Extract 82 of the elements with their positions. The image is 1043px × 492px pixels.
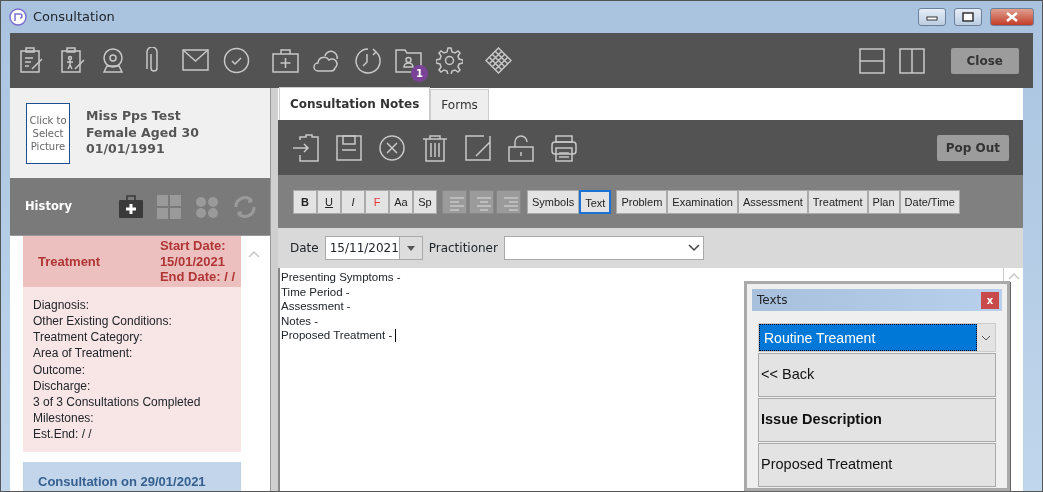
minimize-icon	[926, 13, 938, 21]
notification-badge: 1	[411, 65, 428, 82]
tab[interactable]: Consultation Notes	[279, 87, 431, 120]
dialog-title: Texts	[757, 292, 788, 309]
card-line: Area of Treatment:	[33, 345, 134, 362]
patient-dob: 01/01/1991	[86, 141, 166, 159]
check-circle-icon[interactable]	[223, 47, 250, 74]
format-button[interactable]: Text	[579, 189, 612, 214]
format-button[interactable]: Date/Time	[899, 189, 960, 214]
date-label: Date	[290, 240, 319, 257]
import-icon[interactable]	[292, 133, 320, 162]
format-button[interactable]: Plan	[867, 189, 900, 214]
format-button[interactable]: Sp	[413, 189, 437, 214]
close-button[interactable]: Close	[950, 47, 1019, 74]
patient-sex-age: Female Aged 30	[86, 124, 199, 142]
dropdown-icon	[405, 244, 416, 252]
history-clock-icon[interactable]	[354, 47, 381, 74]
envelope-icon[interactable]	[182, 47, 209, 74]
card-line: 3 of 3 Consultations Completed	[33, 393, 202, 411]
cancel-icon[interactable]	[378, 133, 406, 162]
dialog-close-button[interactable]: x	[981, 291, 999, 309]
note-line: Presenting Symptoms -	[281, 271, 401, 283]
card-date: Start Date:	[159, 238, 227, 254]
patient-name: Miss Pps Test	[86, 107, 182, 125]
app-logo-icon	[9, 8, 27, 26]
card-line: Discharge:	[33, 377, 92, 394]
card-line: Est.End: / /	[33, 426, 93, 443]
format-button[interactable]: Problem	[616, 189, 668, 214]
note-line: Time Period -	[281, 285, 350, 298]
edit-note-icon[interactable]	[464, 133, 492, 162]
format-button[interactable]: I	[341, 189, 365, 214]
medical-kit-icon[interactable]	[272, 47, 299, 74]
format-button[interactable]: Examination	[667, 189, 738, 214]
add-medical-kit-icon[interactable]	[118, 193, 144, 220]
unlock-icon[interactable]	[507, 133, 535, 162]
text-cursor	[395, 329, 397, 343]
note-line: Proposed Treatment -	[281, 329, 393, 341]
text-item-button[interactable]: << Back	[758, 353, 996, 397]
save-icon[interactable]	[335, 133, 363, 162]
text-item-button[interactable]: Issue Description	[758, 398, 996, 442]
card-date: 15/01/2021	[159, 253, 226, 270]
card-line: Outcome:	[33, 361, 87, 378]
card-title: Consultation on 29/01/2021	[38, 473, 207, 491]
text-dropdown[interactable]: Routine Treament	[758, 323, 996, 352]
grid-diamond-icon[interactable]	[485, 47, 512, 74]
card-date: End Date: / /	[159, 269, 235, 285]
format-button[interactable]: Assessment	[737, 189, 808, 214]
card-title: Treatment	[38, 252, 102, 271]
chevron-down-icon	[687, 244, 700, 252]
format-button[interactable]: Aa	[389, 189, 413, 214]
close-window-button[interactable]	[990, 8, 1034, 26]
history-title: History	[25, 197, 73, 215]
format-button[interactable]: Symbols	[527, 189, 580, 214]
date-field[interactable]: 15/11/2021	[324, 236, 423, 260]
pop-out-button[interactable]: Pop Out	[936, 134, 1009, 161]
clipboard-person-icon[interactable]	[59, 47, 86, 74]
print-icon[interactable]	[550, 133, 578, 162]
maximize-icon	[962, 12, 974, 22]
format-button[interactable]: Treatment	[807, 189, 868, 214]
close-icon	[1005, 11, 1019, 23]
card-line: Treatment Category:	[33, 329, 144, 346]
chevron-down-icon	[981, 334, 991, 341]
horizontal-split-icon[interactable]	[858, 47, 885, 74]
minimize-button[interactable]	[918, 8, 946, 26]
practitioner-dropdown[interactable]	[503, 236, 704, 260]
card-line: Other Existing Conditions:	[33, 312, 173, 330]
gear-icon[interactable]	[436, 47, 463, 74]
card-line: Diagnosis:	[33, 296, 91, 313]
note-line: Notes -	[281, 314, 319, 327]
clipboard-edit-icon[interactable]	[18, 47, 45, 74]
vertical-split-icon[interactable]	[898, 47, 925, 74]
practitioner-label: Practitioner	[428, 240, 498, 257]
tab[interactable]: Forms	[430, 89, 489, 120]
maximize-button[interactable]	[954, 8, 982, 26]
picture-placeholder[interactable]: Click to Select Picture	[26, 102, 70, 164]
card-line: Milestones:	[33, 410, 95, 427]
delete-icon[interactable]	[421, 133, 449, 162]
format-button[interactable]: U	[317, 189, 341, 214]
note-line: Assessment -	[281, 300, 351, 312]
format-button[interactable]: B	[293, 189, 317, 214]
window-title: Consultation	[33, 8, 115, 27]
text-item-button[interactable]: Proposed Treatment	[758, 443, 996, 487]
